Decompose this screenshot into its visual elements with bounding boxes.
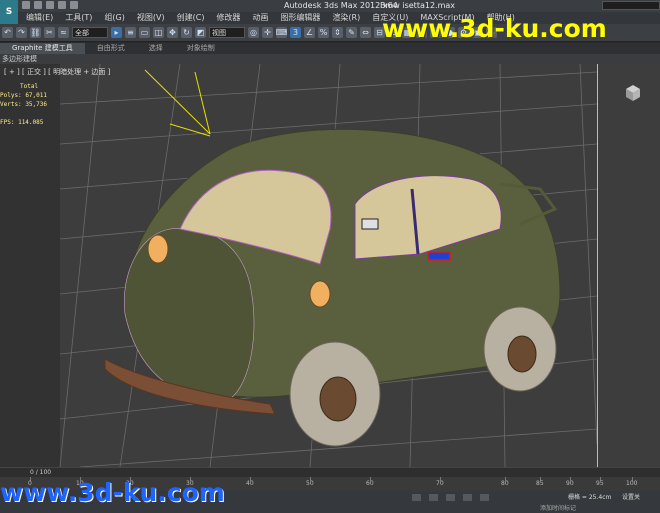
tick-label: 90: [566, 480, 574, 487]
rectangular-selection-icon[interactable]: ▭: [139, 27, 150, 38]
watermark-top: www.3d-ku.com: [382, 14, 607, 43]
title-bar: S Autodesk 3ds Max 2012 x64 Bmw isetta12…: [0, 0, 660, 24]
viewcube-icon[interactable]: [622, 82, 644, 104]
menu-tools[interactable]: 工具(T): [59, 12, 98, 24]
add-time-tag-button[interactable]: 添加时间标记: [540, 503, 576, 512]
menu-views[interactable]: 视图(V): [131, 12, 171, 24]
active-viewport-border: [597, 64, 598, 467]
open-file-icon[interactable]: [34, 1, 42, 9]
redo-icon[interactable]: ↷: [16, 27, 27, 38]
polys-label: Polys:: [0, 92, 22, 99]
keyboard-shortcut-icon[interactable]: ⌨: [276, 27, 287, 38]
fps-label: FPS:: [0, 119, 15, 126]
search-input[interactable]: [602, 1, 660, 10]
grid-size-readout: 栅格 = 25.4cm: [568, 494, 612, 501]
watermark-bottom: www.3d-ku.com: [0, 478, 225, 507]
select-scale-icon[interactable]: ◩: [195, 27, 206, 38]
snaps-toggle-icon[interactable]: 3: [290, 27, 301, 38]
viewport-statistics: Total Polys: 67,011 Verts: 35,736 FPS: 1…: [0, 82, 47, 127]
pivot-center-icon[interactable]: ◎: [248, 27, 259, 38]
z-coord-field[interactable]: [480, 494, 489, 501]
quick-access-toolbar: [22, 1, 78, 9]
unlink-icon[interactable]: ✂: [44, 27, 55, 38]
link-icon[interactable]: ⛓: [30, 27, 41, 38]
lock-selection-icon[interactable]: [412, 494, 421, 501]
file-name: Bmw isetta12.max: [380, 1, 456, 10]
select-object-icon[interactable]: ▸: [111, 27, 122, 38]
tick-label: 80: [501, 480, 509, 487]
tick-label: 60: [366, 480, 374, 487]
tab-object-paint[interactable]: 对象绘制: [175, 43, 227, 54]
menu-rendering[interactable]: 渲染(R): [326, 12, 366, 24]
window-crossing-icon[interactable]: ◫: [153, 27, 164, 38]
bind-space-warp-icon[interactable]: ≈: [58, 27, 69, 38]
polys-value: 67,011: [25, 92, 47, 99]
transform-type-in: [412, 494, 489, 501]
tick-label: 95: [596, 480, 604, 487]
fps-value: 114.085: [18, 119, 44, 126]
absolute-mode-icon[interactable]: [429, 494, 438, 501]
stats-total-label: Total: [20, 83, 39, 90]
tab-freeform[interactable]: 自由形式: [85, 43, 137, 54]
mirror-icon[interactable]: ⇔: [360, 27, 371, 38]
tick-label: 70: [436, 480, 444, 487]
x-coord-field[interactable]: [446, 494, 455, 501]
select-rotate-icon[interactable]: ↻: [181, 27, 192, 38]
menu-modifiers[interactable]: 修改器: [210, 12, 246, 24]
set-key-toggle[interactable]: 设置关: [622, 494, 640, 502]
viewport-scene[interactable]: [0, 64, 660, 467]
undo-icon[interactable]: [58, 1, 66, 9]
app-logo-icon[interactable]: S: [0, 0, 18, 24]
tab-graphite[interactable]: Graphite 建模工具: [0, 43, 85, 54]
verts-value: 35,736: [25, 101, 47, 108]
selection-filter-dropdown[interactable]: 全部: [72, 27, 108, 38]
ribbon-tabs: Graphite 建模工具 自由形式 选择 对象绘制: [0, 43, 660, 54]
menu-edit[interactable]: 编辑(E): [20, 12, 59, 24]
menu-animation[interactable]: 动画: [246, 12, 274, 24]
viewport-label[interactable]: [ + ] [ 正交 ] [ 明暗处理 + 边面 ]: [4, 67, 110, 77]
undo-icon[interactable]: ↶: [2, 27, 13, 38]
menu-group[interactable]: 组(G): [98, 12, 130, 24]
redo-icon[interactable]: [70, 1, 78, 9]
tick-label: 100: [626, 480, 638, 487]
menu-graph-editors[interactable]: 图形编辑器: [274, 12, 326, 24]
perspective-viewport[interactable]: [ + ] [ 正交 ] [ 明暗处理 + 边面 ] Total Polys: …: [0, 64, 660, 467]
select-manipulate-icon[interactable]: ✛: [262, 27, 273, 38]
spinner-snap-icon[interactable]: ⇕: [332, 27, 343, 38]
named-selection-icon[interactable]: ✎: [346, 27, 357, 38]
select-move-icon[interactable]: ✥: [167, 27, 178, 38]
ribbon-subtitle[interactable]: 多边形建模: [0, 54, 660, 64]
tick-label: 50: [306, 480, 314, 487]
tick-label: 40: [246, 480, 254, 487]
tab-selection[interactable]: 选择: [137, 43, 175, 54]
select-by-name-icon[interactable]: ≡: [125, 27, 136, 38]
angle-snap-icon[interactable]: ∠: [304, 27, 315, 38]
verts-label: Verts:: [0, 101, 22, 108]
percent-snap-icon[interactable]: %: [318, 27, 329, 38]
menu-create[interactable]: 创建(C): [171, 12, 211, 24]
reference-coord-dropdown[interactable]: 视图: [209, 27, 245, 38]
tick-label: 85: [536, 480, 544, 487]
new-file-icon[interactable]: [22, 1, 30, 9]
save-file-icon[interactable]: [46, 1, 54, 9]
y-coord-field[interactable]: [463, 494, 472, 501]
